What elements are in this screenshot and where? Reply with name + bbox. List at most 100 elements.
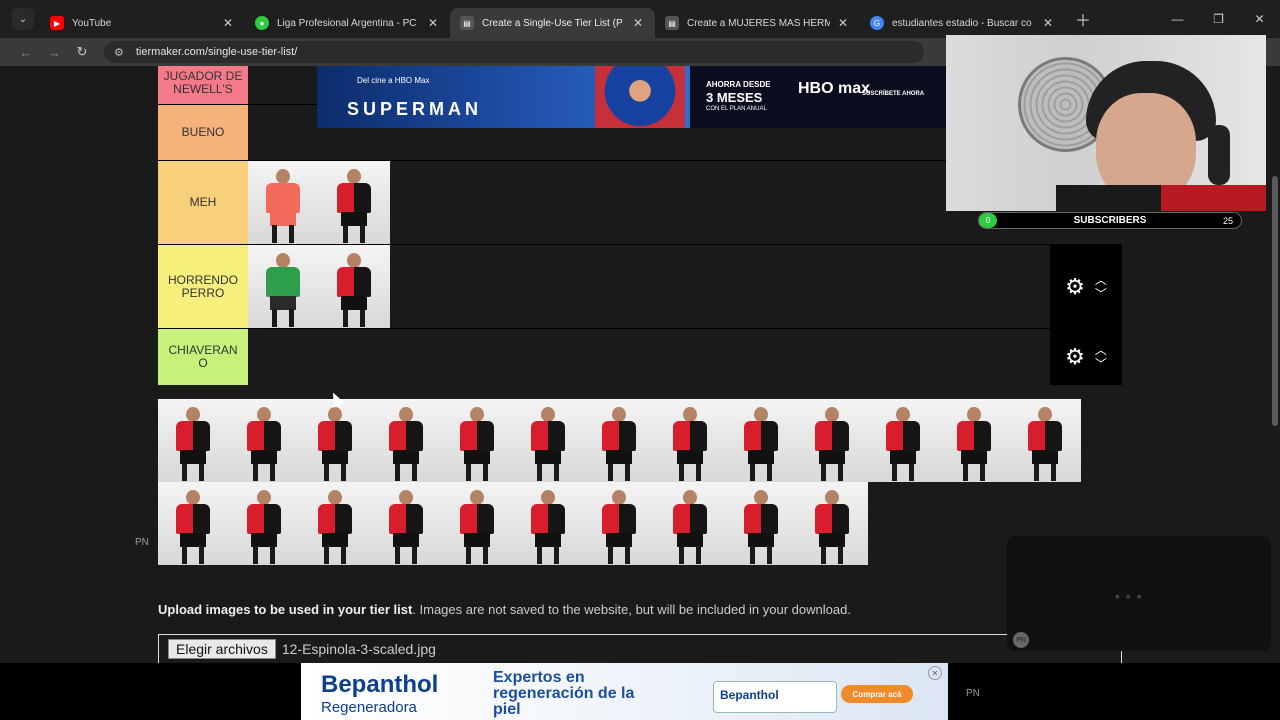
tier-label[interactable]: CHIAVERAN O — [158, 329, 248, 385]
chevron-up-icon[interactable]: ︿ — [1095, 273, 1107, 287]
tab-title: Create a Single-Use Tier List (P — [482, 17, 623, 29]
loading-dots: ••• — [1115, 588, 1148, 604]
tab-title: Liga Profesional Argentina - PC — [277, 17, 417, 29]
player-card[interactable] — [655, 482, 726, 565]
gear-icon[interactable]: ⚙ — [1065, 344, 1085, 370]
back-icon[interactable]: ← — [12, 45, 40, 60]
player-card[interactable] — [584, 482, 655, 565]
player-card[interactable] — [158, 399, 229, 482]
ad-title: SUPERMAN — [347, 99, 483, 119]
player-card[interactable] — [158, 482, 229, 565]
player-card[interactable] — [319, 245, 390, 328]
player-card[interactable] — [442, 482, 513, 565]
player-card[interactable] — [797, 482, 868, 565]
hbo-ad[interactable]: AHORRA DESDE 3 MESES CON EL PLAN ANUAL H… — [690, 66, 947, 128]
close-icon[interactable]: ✕ — [836, 16, 850, 30]
player-card[interactable] — [513, 399, 584, 482]
selected-filename: 12-Espinola-3-scaled.jpg — [281, 641, 436, 657]
tab-strip: ⌄ ▶ YouTube ✕ ● Liga Profesional Argenti… — [0, 0, 1280, 38]
forward-icon[interactable]: → — [40, 45, 68, 60]
tiermaker-icon: ▤ — [460, 16, 474, 30]
close-icon[interactable]: ✕ — [1041, 16, 1055, 30]
tier-label[interactable]: BUENO — [158, 105, 248, 160]
close-icon[interactable]: ✕ — [928, 666, 942, 680]
stream-overlay-box: ••• PN — [1007, 536, 1271, 651]
new-tab-button[interactable]: ＋ — [1075, 7, 1091, 31]
move-arrows: ︿ ﹀ — [1095, 273, 1107, 301]
minimize-icon[interactable]: — — [1157, 0, 1198, 38]
tab-liga[interactable]: ● Liga Profesional Argentina - PC ✕ — [245, 8, 450, 38]
close-icon[interactable]: ✕ — [426, 16, 440, 30]
ad-buy-button[interactable]: Comprar acá — [841, 685, 913, 703]
player-card[interactable] — [442, 399, 513, 482]
streamer-shirt — [1056, 185, 1266, 211]
tab-tiermaker-2[interactable]: ▤ Create a MUJERES MAS HERMO ✕ — [655, 8, 860, 38]
move-arrows: ︿ ﹀ — [1095, 343, 1107, 371]
webcam-overlay — [946, 35, 1266, 211]
soccer-icon: ● — [255, 16, 269, 30]
ad-line: AHORRA DESDE — [706, 80, 771, 89]
close-window-icon[interactable]: ✕ — [1239, 0, 1280, 38]
tab-google[interactable]: G estudiantes estadio - Buscar co ✕ — [860, 8, 1065, 38]
tab-youtube[interactable]: ▶ YouTube ✕ — [40, 8, 245, 38]
player-card[interactable] — [513, 482, 584, 565]
player-card[interactable] — [1010, 399, 1081, 482]
close-icon[interactable]: ✕ — [221, 16, 235, 30]
player-card[interactable] — [300, 482, 371, 565]
reload-icon[interactable]: ↻ — [68, 44, 96, 60]
pn-label: PN — [135, 537, 149, 548]
google-icon: G — [870, 16, 884, 30]
choose-files-button[interactable]: Elegir archivos — [168, 639, 276, 659]
headset-image — [1208, 125, 1230, 185]
bottom-ad-bar: Bepanthol Regeneradora Expertos en regen… — [0, 663, 1280, 720]
upload-bold: Upload images to be used in your tier li… — [158, 602, 413, 617]
tier-dropzone[interactable]: ⚙ ︿ ﹀ — [248, 329, 1122, 385]
ad-line: 3 MESES — [706, 90, 763, 105]
player-card[interactable] — [371, 482, 442, 565]
player-card[interactable] — [726, 399, 797, 482]
subscriber-goal: 25 — [1222, 215, 1233, 226]
tab-tiermaker-active[interactable]: ▤ Create a Single-Use Tier List (P ✕ — [450, 8, 655, 38]
tier-label[interactable]: MEH — [158, 161, 248, 244]
tier-controls: ⚙ ︿ ﹀ — [1050, 245, 1122, 328]
player-card[interactable] — [726, 482, 797, 565]
superman-ad[interactable]: Del cine a HBO Max SUPERMAN — [317, 66, 690, 128]
player-card[interactable] — [939, 399, 1010, 482]
player-card[interactable] — [797, 399, 868, 482]
site-info-icon[interactable]: ⚙ — [114, 46, 124, 59]
unranked-pool[interactable] — [158, 399, 1082, 565]
player-card[interactable] — [319, 161, 390, 244]
pn-badge: PN — [1013, 632, 1029, 648]
top-banner-ad[interactable]: Del cine a HBO Max SUPERMAN AHORRA DESDE… — [317, 66, 947, 128]
hbo-logo: HBO max — [798, 80, 871, 97]
player-card[interactable] — [229, 482, 300, 565]
youtube-icon: ▶ — [50, 16, 64, 30]
ad-cta[interactable]: SUSCRÍBETE AHORA — [862, 91, 924, 97]
bepanthol-ad[interactable]: Bepanthol Regeneradora Expertos en regen… — [301, 663, 948, 720]
pn-label: PN — [966, 688, 980, 699]
player-card[interactable] — [868, 399, 939, 482]
tier-dropzone[interactable]: ⚙ ︿ ﹀ — [248, 245, 1122, 328]
player-card[interactable] — [229, 399, 300, 482]
gear-icon[interactable]: ⚙ — [1065, 274, 1085, 300]
player-card[interactable] — [300, 399, 371, 482]
player-card[interactable] — [655, 399, 726, 482]
chevron-up-icon[interactable]: ︿ — [1095, 343, 1107, 357]
close-icon[interactable]: ✕ — [631, 16, 645, 30]
chevron-down-icon[interactable]: ﹀ — [1095, 357, 1107, 371]
product-image: Bepanthol — [713, 681, 837, 713]
player-card[interactable] — [248, 245, 319, 328]
tier-label[interactable]: JUGADOR DE NEWELL'S — [158, 66, 248, 104]
player-card[interactable] — [248, 161, 319, 244]
address-bar[interactable]: ⚙ tiermaker.com/single-use-tier-list/ — [104, 41, 924, 63]
tab-search-button[interactable]: ⌄ — [12, 8, 34, 30]
player-card[interactable] — [371, 399, 442, 482]
tier-label[interactable]: HORRENDO PERRO — [158, 245, 248, 328]
chevron-down-icon[interactable]: ﹀ — [1095, 287, 1107, 301]
scrollbar[interactable] — [1270, 66, 1280, 663]
restore-icon[interactable]: ❐ — [1198, 0, 1239, 38]
scrollbar-thumb[interactable] — [1272, 176, 1278, 426]
ad-subbrand: Regeneradora — [321, 699, 417, 716]
player-card[interactable] — [584, 399, 655, 482]
ad-line: CON EL PLAN ANUAL — [706, 106, 767, 112]
